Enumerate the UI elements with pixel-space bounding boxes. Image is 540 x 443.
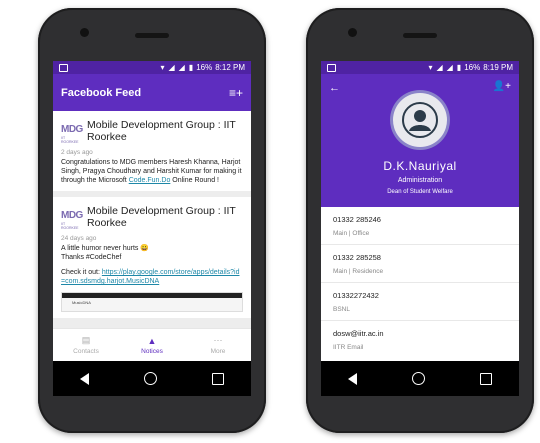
screen-profile: ▾ ◢ ◢ ▮ 16% 8:19 PM ← 👤+ D.K.Nauriyal Ad… xyxy=(321,61,519,396)
contact-value: 01332 285258 xyxy=(333,253,381,262)
clock: 8:12 PM xyxy=(215,63,245,72)
feed-card[interactable]: MDG IIT ROORKEE Mobile Development Group… xyxy=(53,197,251,318)
phone-left: ▾ ◢ ◢ ▮ 16% 8:12 PM Facebook Feed ≡+ MDG… xyxy=(38,8,266,433)
recents-icon[interactable] xyxy=(211,372,224,385)
home-icon[interactable] xyxy=(143,372,157,385)
phone-right: ▾ ◢ ◢ ▮ 16% 8:19 PM ← 👤+ D.K.Nauriyal Ad… xyxy=(306,8,534,433)
wifi-icon: ▾ xyxy=(160,63,165,72)
recents-icon[interactable] xyxy=(479,372,492,385)
clock: 8:19 PM xyxy=(483,63,513,72)
card-link[interactable]: Code.Fun.Do xyxy=(129,177,171,184)
list-item[interactable]: 01332 285258 Main | Residence xyxy=(321,245,519,283)
nav-contacts[interactable]: ▤ Contacts xyxy=(53,329,119,361)
front-camera xyxy=(348,28,357,37)
mdg-logo: MDG IIT ROORKEE xyxy=(61,124,83,144)
app-bar: Facebook Feed ≡+ xyxy=(53,74,251,111)
card-body: Congratulations to MDG members Haresh Kh… xyxy=(61,159,242,184)
battery-percent: 16% xyxy=(196,63,213,72)
earpiece-speaker xyxy=(135,33,169,38)
wifi-icon: ▾ xyxy=(428,63,433,72)
nav-notices[interactable]: ▲ Notices xyxy=(119,329,185,361)
notification-icon xyxy=(59,63,68,72)
signal-icon: ◢ xyxy=(436,63,443,72)
signal-icon-2: ◢ xyxy=(446,63,453,72)
list-item[interactable]: 01332272432 BSNL xyxy=(321,283,519,321)
profile-header: ← 👤+ D.K.Nauriyal Administration Dean of… xyxy=(321,74,519,207)
more-icon: ⋯ xyxy=(213,335,223,345)
screen-feed: ▾ ◢ ◢ ▮ 16% 8:12 PM Facebook Feed ≡+ MDG… xyxy=(53,61,251,396)
profile-role: Administration xyxy=(397,177,443,184)
contact-label: Main | Residence xyxy=(333,268,384,275)
status-bar: ▾ ◢ ◢ ▮ 16% 8:12 PM xyxy=(53,61,251,74)
playlist-add-icon[interactable]: ≡+ xyxy=(229,86,243,100)
profile-name: D.K.Nauriyal xyxy=(383,159,457,173)
card-title: Mobile Development Group : IIT Roorkee xyxy=(87,119,236,143)
system-nav-bar xyxy=(53,361,251,396)
avatar xyxy=(393,93,447,147)
contact-info-list: 01332 285246 Main | Office 01332 285258 … xyxy=(321,207,519,361)
mdg-logo: MDG IIT ROORKEE xyxy=(61,210,83,230)
contact-value: dosw@iitr.ac.in xyxy=(333,329,384,338)
feed-card[interactable]: MDG IIT ROORKEE Mobile Development Group… xyxy=(53,111,251,191)
card-time: 24 days ago xyxy=(61,235,97,242)
status-bar: ▾ ◢ ◢ ▮ 16% 8:19 PM xyxy=(321,61,519,74)
back-icon[interactable] xyxy=(348,372,358,385)
notification-icon xyxy=(327,63,336,72)
battery-icon: ▮ xyxy=(188,63,194,72)
list-item[interactable]: 01332 285246 Main | Office xyxy=(321,207,519,245)
bottom-nav: ▤ Contacts ▲ Notices ⋯ More xyxy=(53,328,251,361)
home-icon[interactable] xyxy=(411,372,425,385)
nav-more[interactable]: ⋯ More xyxy=(185,329,251,361)
system-nav-bar xyxy=(321,361,519,396)
link-preview-image[interactable]: MusicDNA xyxy=(61,292,243,312)
front-camera xyxy=(80,28,89,37)
bell-icon: ▲ xyxy=(147,335,157,346)
earpiece-speaker xyxy=(403,33,437,38)
contacts-icon: ▤ xyxy=(81,335,91,345)
contact-label: BSNL xyxy=(333,306,350,313)
person-icon xyxy=(402,102,438,138)
feed-list[interactable]: MDG IIT ROORKEE Mobile Development Group… xyxy=(53,111,251,329)
back-arrow-icon[interactable]: ← xyxy=(329,82,340,94)
card-body: A little humor never hurts 😀 Thanks #Cod… xyxy=(61,245,240,285)
card-time: 2 days ago xyxy=(61,149,93,156)
contact-value: 01332 285246 xyxy=(333,215,381,224)
card-title: Mobile Development Group : IIT Roorkee xyxy=(87,205,236,229)
contact-label: IITR Email xyxy=(333,344,364,351)
contact-value: 01332272432 xyxy=(333,291,379,300)
back-icon[interactable] xyxy=(80,372,90,385)
signal-icon-2: ◢ xyxy=(178,63,185,72)
app-bar-title: Facebook Feed xyxy=(61,86,142,99)
battery-percent: 16% xyxy=(464,63,481,72)
signal-icon: ◢ xyxy=(168,63,175,72)
list-item[interactable]: dosw@iitr.ac.in IITR Email xyxy=(321,321,519,359)
profile-department: Dean of Student Welfare xyxy=(387,189,453,195)
add-contact-icon[interactable]: 👤+ xyxy=(493,81,511,92)
battery-icon: ▮ xyxy=(456,63,462,72)
contact-label: Main | Office xyxy=(333,230,370,237)
